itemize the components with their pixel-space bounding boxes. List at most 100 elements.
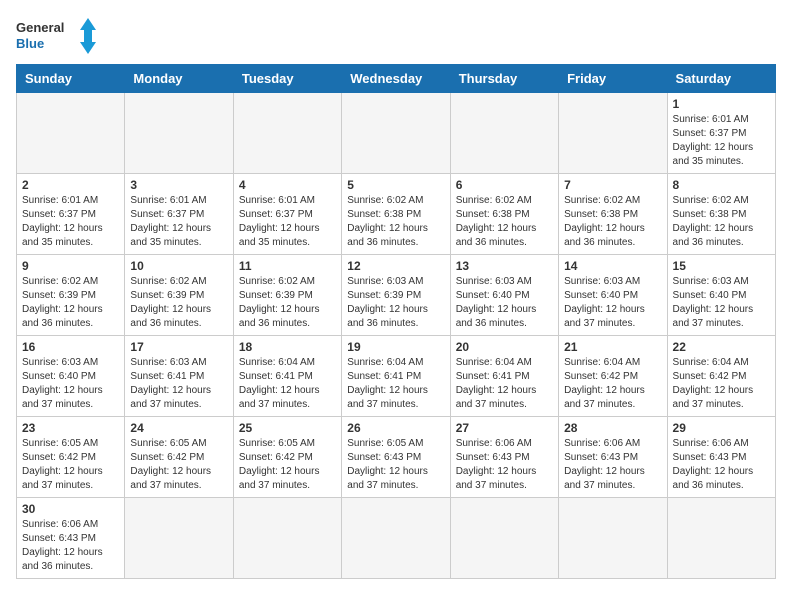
calendar-cell: 4 Sunrise: 6:01 AMSunset: 6:37 PMDaylight… [233,174,341,255]
day-info: Sunrise: 6:02 AMSunset: 6:38 PMDaylight:… [564,194,661,250]
day-info: Sunrise: 6:03 AMSunset: 6:40 PMDaylight:… [456,275,553,331]
calendar-cell [559,498,667,579]
day-info: Sunrise: 6:02 AMSunset: 6:38 PMDaylight:… [347,194,444,250]
calendar-cell: 22Sunrise: 6:04 AMSunset: 6:42 PMDayligh… [667,336,775,417]
calendar-cell: 8 Sunrise: 6:02 AMSunset: 6:38 PMDaylight… [667,174,775,255]
day-number: 14 [564,259,661,273]
calendar-cell: 25Sunrise: 6:05 AMSunset: 6:42 PMDayligh… [233,417,341,498]
calendar-cell [233,93,341,174]
day-number: 13 [456,259,553,273]
day-number: 15 [673,259,770,273]
day-number: 28 [564,421,661,435]
calendar-cell: 14Sunrise: 6:03 AMSunset: 6:40 PMDayligh… [559,255,667,336]
calendar-week-row: 9 Sunrise: 6:02 AMSunset: 6:39 PMDaylight… [17,255,776,336]
header-monday: Monday [125,65,233,93]
day-number: 16 [22,340,119,354]
day-info: Sunrise: 6:02 AMSunset: 6:38 PMDaylight:… [456,194,553,250]
calendar-cell: 28 Sunrise: 6:06 AMSunset: 6:43 PMDayligh… [559,417,667,498]
day-number: 9 [22,259,119,273]
calendar-cell [342,498,450,579]
logo-svg: General Blue [16,16,96,56]
day-number: 1 [673,97,770,111]
day-number: 7 [564,178,661,192]
day-number: 18 [239,340,336,354]
calendar-week-row: 16Sunrise: 6:03 AMSunset: 6:40 PMDayligh… [17,336,776,417]
calendar-cell: 21Sunrise: 6:04 AMSunset: 6:42 PMDayligh… [559,336,667,417]
calendar-cell: 19Sunrise: 6:04 AMSunset: 6:41 PMDayligh… [342,336,450,417]
calendar-cell [559,93,667,174]
calendar-cell [17,93,125,174]
header-tuesday: Tuesday [233,65,341,93]
day-number: 8 [673,178,770,192]
calendar-cell: 12 Sunrise: 6:03 AMSunset: 6:39 PMDayligh… [342,255,450,336]
calendar-cell [125,93,233,174]
header-thursday: Thursday [450,65,558,93]
day-info: Sunrise: 6:02 AMSunset: 6:39 PMDaylight:… [130,275,227,331]
day-info: Sunrise: 6:06 AMSunset: 6:43 PMDaylight:… [564,437,661,493]
day-info: Sunrise: 6:06 AMSunset: 6:43 PMDaylight:… [673,437,770,493]
day-info: Sunrise: 6:05 AMSunset: 6:42 PMDaylight:… [22,437,119,493]
calendar-cell [667,498,775,579]
logo: General Blue [16,16,96,56]
calendar-cell: 18 Sunrise: 6:04 AMSunset: 6:41 PMDayligh… [233,336,341,417]
calendar-cell [342,93,450,174]
calendar-table: SundayMondayTuesdayWednesdayThursdayFrid… [16,64,776,579]
calendar-cell: 5Sunrise: 6:02 AMSunset: 6:38 PMDaylight… [342,174,450,255]
svg-text:Blue: Blue [16,36,44,51]
calendar-cell: 23 Sunrise: 6:05 AMSunset: 6:42 PMDayligh… [17,417,125,498]
day-number: 12 [347,259,444,273]
header-saturday: Saturday [667,65,775,93]
calendar-cell: 29Sunrise: 6:06 AMSunset: 6:43 PMDayligh… [667,417,775,498]
calendar-cell: 24 Sunrise: 6:05 AMSunset: 6:42 PMDayligh… [125,417,233,498]
day-info: Sunrise: 6:04 AMSunset: 6:41 PMDaylight:… [456,356,553,412]
calendar-cell: 27Sunrise: 6:06 AMSunset: 6:43 PMDayligh… [450,417,558,498]
day-number: 17 [130,340,227,354]
calendar-cell: 2 Sunrise: 6:01 AMSunset: 6:37 PMDaylight… [17,174,125,255]
calendar-cell: 7 Sunrise: 6:02 AMSunset: 6:38 PMDaylight… [559,174,667,255]
header: General Blue [16,16,776,56]
calendar-cell: 10Sunrise: 6:02 AMSunset: 6:39 PMDayligh… [125,255,233,336]
day-number: 11 [239,259,336,273]
day-info: Sunrise: 6:06 AMSunset: 6:43 PMDaylight:… [22,518,119,574]
day-info: Sunrise: 6:03 AMSunset: 6:39 PMDaylight:… [347,275,444,331]
calendar-cell: 16Sunrise: 6:03 AMSunset: 6:40 PMDayligh… [17,336,125,417]
header-sunday: Sunday [17,65,125,93]
calendar-cell: 11 Sunrise: 6:02 AMSunset: 6:39 PMDayligh… [233,255,341,336]
day-info: Sunrise: 6:02 AMSunset: 6:39 PMDaylight:… [22,275,119,331]
day-number: 2 [22,178,119,192]
day-number: 4 [239,178,336,192]
day-info: Sunrise: 6:02 AMSunset: 6:38 PMDaylight:… [673,194,770,250]
day-number: 20 [456,340,553,354]
day-number: 23 [22,421,119,435]
calendar-cell: 17 Sunrise: 6:03 AMSunset: 6:41 PMDayligh… [125,336,233,417]
day-info: Sunrise: 6:02 AMSunset: 6:39 PMDaylight:… [239,275,336,331]
calendar-cell [125,498,233,579]
day-number: 25 [239,421,336,435]
day-number: 19 [347,340,444,354]
day-info: Sunrise: 6:04 AMSunset: 6:42 PMDaylight:… [673,356,770,412]
header-wednesday: Wednesday [342,65,450,93]
calendar-cell [450,93,558,174]
calendar-cell: 3Sunrise: 6:01 AMSunset: 6:37 PMDaylight… [125,174,233,255]
day-info: Sunrise: 6:05 AMSunset: 6:42 PMDaylight:… [130,437,227,493]
calendar-week-row: 23 Sunrise: 6:05 AMSunset: 6:42 PMDayligh… [17,417,776,498]
calendar-header-row: SundayMondayTuesdayWednesdayThursdayFrid… [17,65,776,93]
day-number: 26 [347,421,444,435]
day-info: Sunrise: 6:03 AMSunset: 6:40 PMDaylight:… [673,275,770,331]
day-info: Sunrise: 6:01 AMSunset: 6:37 PMDaylight:… [22,194,119,250]
day-info: Sunrise: 6:01 AMSunset: 6:37 PMDaylight:… [239,194,336,250]
day-info: Sunrise: 6:03 AMSunset: 6:41 PMDaylight:… [130,356,227,412]
calendar-cell [233,498,341,579]
calendar-cell: 15 Sunrise: 6:03 AMSunset: 6:40 PMDayligh… [667,255,775,336]
day-number: 3 [130,178,227,192]
day-info: Sunrise: 6:06 AMSunset: 6:43 PMDaylight:… [456,437,553,493]
calendar-cell: 13 Sunrise: 6:03 AMSunset: 6:40 PMDayligh… [450,255,558,336]
day-info: Sunrise: 6:05 AMSunset: 6:43 PMDaylight:… [347,437,444,493]
calendar-cell: 20 Sunrise: 6:04 AMSunset: 6:41 PMDayligh… [450,336,558,417]
calendar-week-row: 2 Sunrise: 6:01 AMSunset: 6:37 PMDaylight… [17,174,776,255]
day-info: Sunrise: 6:01 AMSunset: 6:37 PMDaylight:… [673,113,770,169]
day-info: Sunrise: 6:04 AMSunset: 6:42 PMDaylight:… [564,356,661,412]
day-info: Sunrise: 6:04 AMSunset: 6:41 PMDaylight:… [239,356,336,412]
day-number: 30 [22,502,119,516]
day-number: 24 [130,421,227,435]
